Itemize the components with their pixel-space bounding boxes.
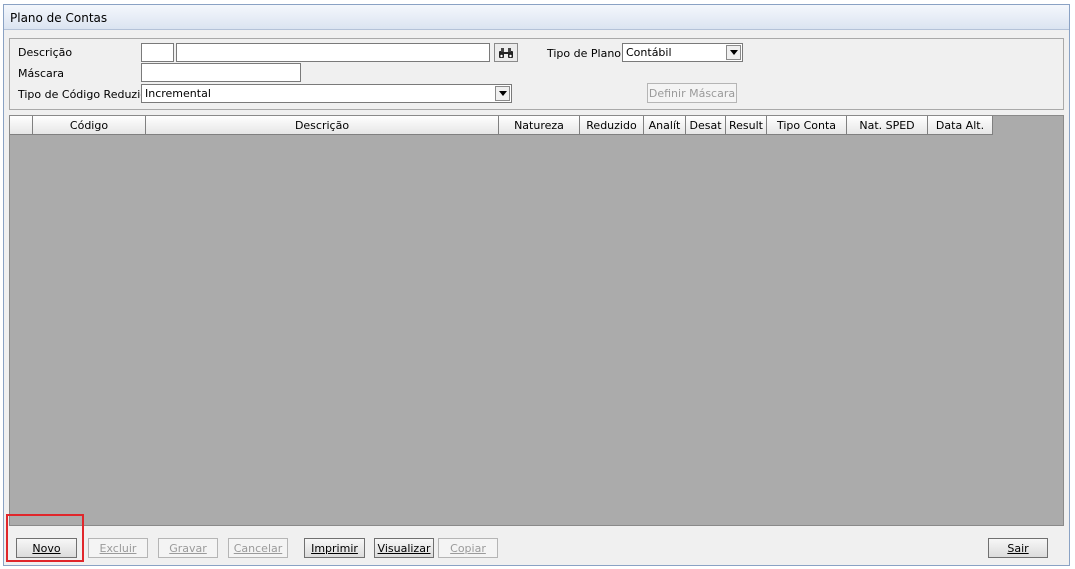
visualizar-button[interactable]: Visualizar [374,538,434,558]
descricao-code-input[interactable] [141,43,174,62]
action-toolbar: Novo Excluir Gravar Cancelar Imprimir Vi… [4,529,1069,565]
mascara-label: Máscara [18,67,65,80]
column-header-desat[interactable]: Desat [686,116,726,135]
column-header-data-alt[interactable]: Data Alt. [928,116,993,135]
tipo-codigo-value: Incremental [145,87,211,100]
tipo-plano-label: Tipo de Plano: [547,47,625,60]
copiar-button[interactable]: Copiar [438,538,498,558]
cancelar-button[interactable]: Cancelar [228,538,288,558]
tipo-plano-select[interactable]: Contábil [622,43,743,62]
grid-header: Código Descrição Natureza Reduzido Analí… [10,116,993,135]
tipo-codigo-label: Tipo de Código Reduzido [18,88,154,101]
column-header-analitica[interactable]: Analít [644,116,686,135]
mascara-input[interactable] [141,63,301,82]
binoculars-icon [499,47,513,58]
accounts-grid[interactable]: Código Descrição Natureza Reduzido Analí… [9,115,1064,526]
chevron-down-icon[interactable] [495,86,510,101]
column-header-reduzido[interactable]: Reduzido [580,116,644,135]
column-header-selector[interactable] [10,116,33,135]
definir-mascara-button[interactable]: Definir Máscara [647,83,737,103]
descricao-text-input[interactable] [176,43,490,62]
imprimir-button[interactable]: Imprimir [304,538,365,558]
column-header-result[interactable]: Result [726,116,767,135]
search-button[interactable] [494,43,518,62]
chevron-down-icon[interactable] [726,45,741,60]
column-header-natureza[interactable]: Natureza [499,116,580,135]
window-title: Plano de Contas [10,11,108,25]
novo-highlight-box [6,514,84,562]
title-bar: Plano de Contas [4,5,1069,30]
tipo-codigo-select[interactable]: Incremental [141,84,512,103]
excluir-button[interactable]: Excluir [88,538,148,558]
column-header-nat-sped[interactable]: Nat. SPED [847,116,928,135]
tipo-plano-value: Contábil [626,46,672,59]
column-header-codigo[interactable]: Código [33,116,146,135]
descricao-label: Descrição [18,46,73,59]
column-header-descricao[interactable]: Descrição [146,116,499,135]
sair-button[interactable]: Sair [988,538,1048,558]
column-header-tipo-conta[interactable]: Tipo Conta [767,116,847,135]
plano-de-contas-window: Plano de Contas Descrição Máscara Tipo d… [3,4,1070,566]
filter-panel: Descrição Máscara Tipo de Código Reduzid… [9,38,1064,110]
gravar-button[interactable]: Gravar [158,538,218,558]
